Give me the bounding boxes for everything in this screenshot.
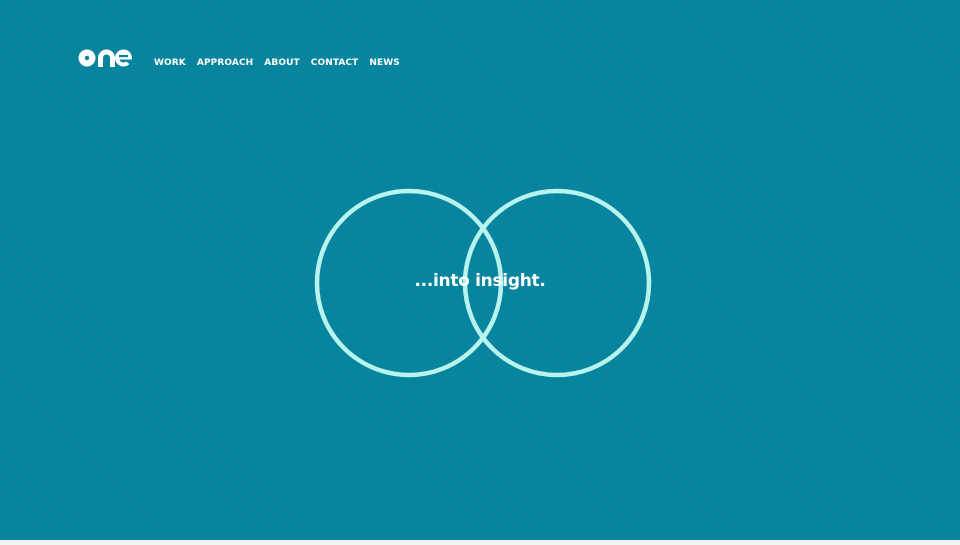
bottom-strip bbox=[0, 540, 960, 545]
hero-tagline: ...into insight. bbox=[414, 271, 546, 291]
hero-graphic bbox=[314, 188, 652, 378]
page: WORK APPROACH ABOUT CONTACT NEWS ...into… bbox=[0, 0, 960, 540]
